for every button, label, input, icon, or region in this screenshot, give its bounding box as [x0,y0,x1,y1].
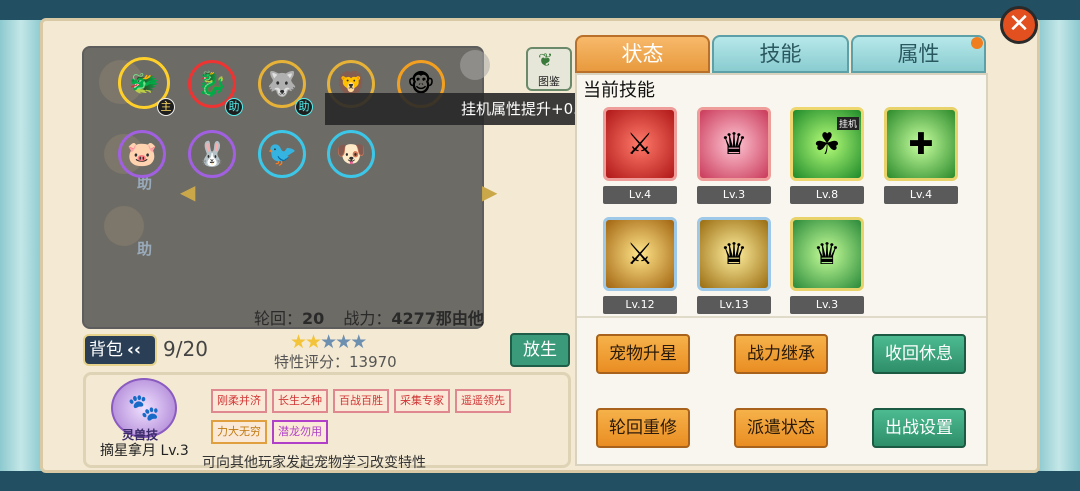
left-border [0,0,42,491]
idle-badge: 挂机 [837,117,860,130]
star-icon: ★ [320,331,337,353]
top-band [0,0,1080,20]
pet-8[interactable]: 🐦 [258,130,306,178]
skill-level: Lv.8 [790,186,864,204]
skill-level: Lv.13 [697,296,771,314]
dispatch-status-button[interactable]: 派遣状态 [734,408,828,448]
pet-status-line: 轮回：20 战力：4277那由他 [254,305,484,329]
skill-slot[interactable]: ⚔ [603,217,677,291]
pet-name: 那由他 [435,309,484,328]
reincarnation-label: 轮回： [254,309,303,328]
pet-6[interactable]: 🐷 [118,130,166,178]
power-value: 4277 [391,309,436,328]
skill-level: Lv.4 [884,186,958,204]
bag-count: 9/20 [163,337,208,361]
release-button[interactable]: 放生 [510,333,570,367]
arrow-left-icon[interactable]: ◀ [180,180,195,204]
assist-tag: 助 [295,98,313,116]
star-icon: ★ [335,331,352,353]
trait-tag[interactable]: 采集专家 [394,389,450,413]
power-inherit-button[interactable]: 战力继承 [734,334,828,374]
pet-skill-name: 摘星拿月 Lv.3 [100,443,189,459]
trait-tag[interactable]: 遥遥领先 [455,389,511,413]
reincarnation-value: 20 [302,309,325,328]
assist-tag-faint: 助 [137,240,153,258]
battle-settings-button[interactable]: 出战设置 [872,408,966,448]
trait-tag[interactable]: 刚柔并济 [211,389,267,413]
tab-skill[interactable]: 技能 [712,35,849,73]
tab-status[interactable]: 状态 [575,35,710,73]
album-label: 图鉴 [538,75,560,88]
trait-tag[interactable]: 潜龙勿用 [272,420,328,444]
trait-tag[interactable]: 长生之种 [272,389,328,413]
current-skills-title: 当前技能 [583,80,655,101]
main-tag: 主 [157,98,175,116]
skill-slot[interactable]: ♛ [790,217,864,291]
skill-level: Lv.3 [790,296,864,314]
chevrons-left-icon: ‹‹ [127,340,142,360]
skill-slot[interactable]: ♛ [697,217,771,291]
bag-label: 背包 [89,340,123,360]
star-icon: ★ [350,331,367,353]
bottom-band [0,471,1080,491]
assist-tag: 助 [225,98,243,116]
divider [577,316,986,318]
skill-level: Lv.3 [697,186,771,204]
skill-description: 可向其他玩家发起宠物学习改变特性 [202,455,426,471]
arrow-right-icon[interactable]: ▶ [482,180,497,204]
help-icon[interactable] [460,50,490,80]
trait-tag[interactable]: 力大无穷 [211,420,267,444]
skill-level: Lv.12 [603,296,677,314]
trait-tag[interactable]: 百战百胜 [333,389,389,413]
star-icon: ★ [290,331,307,353]
recall-rest-button[interactable]: 收回休息 [872,334,966,374]
skill-slot[interactable]: ✚ [884,107,958,181]
skill-level: Lv.4 [603,186,677,204]
right-border [1038,0,1080,491]
close-button[interactable]: ✕ [1000,6,1038,44]
tab-attributes[interactable]: 属性 [851,35,986,73]
star-icon: ★ [305,331,322,353]
game-screen: { "window": {"close_glyph": "✕"}, "pets"… [0,0,1080,491]
skill-slot[interactable]: ♛ [697,107,771,181]
pet-star-up-button[interactable]: 宠物升星 [596,334,690,374]
power-label: 战力： [343,309,392,328]
bag-button[interactable]: 背包 ‹‹ [83,334,157,366]
notification-dot [971,37,983,49]
pet-9[interactable]: 🐶 [327,130,375,178]
skill-slot[interactable]: ⚔ [603,107,677,181]
pet-7[interactable]: 🐰 [188,130,236,178]
star-rating: ★★★★★ [290,331,367,353]
book-icon: ❦ [538,50,554,71]
reincarnate-button[interactable]: 轮回重修 [596,408,690,448]
trait-score: 特性评分：13970 [274,353,397,371]
